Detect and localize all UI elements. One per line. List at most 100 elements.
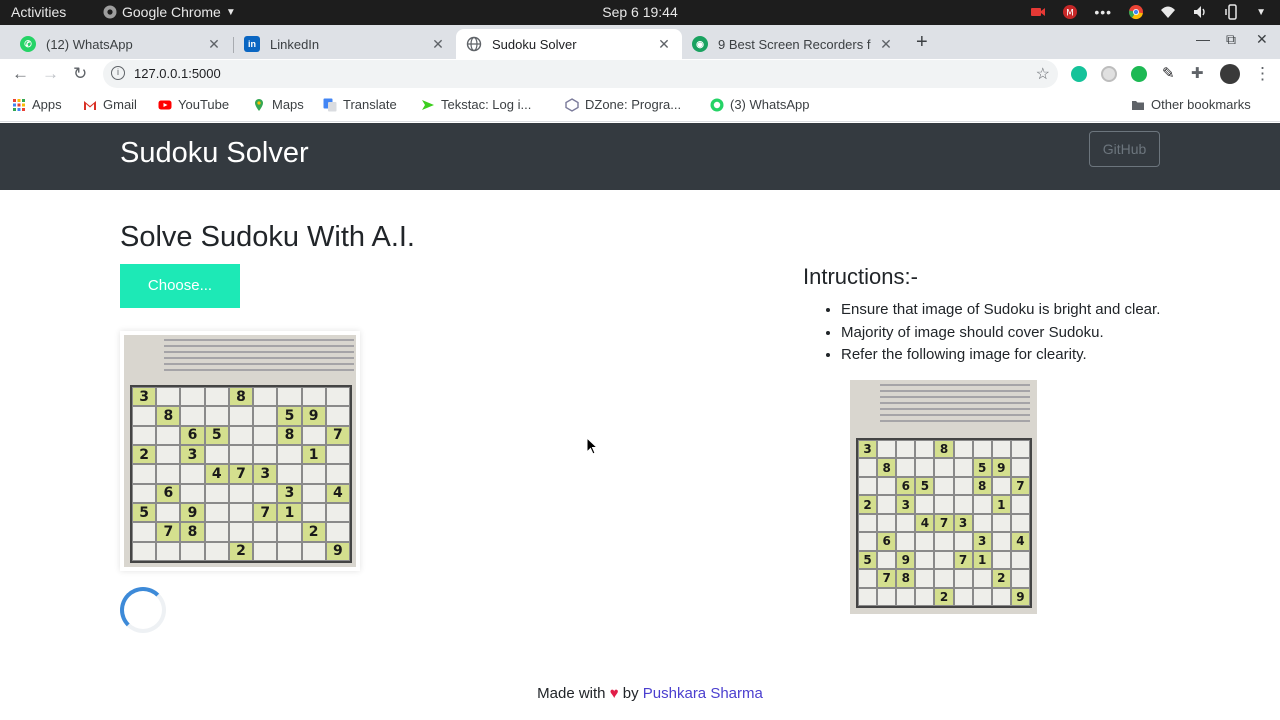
tab-sudoku-solver[interactable]: Sudoku Solver ✕ <box>456 29 682 59</box>
pin-extension-icon[interactable]: ✎ <box>1162 64 1175 82</box>
profile-avatar-icon[interactable] <box>1220 64 1240 84</box>
bookmark-tekstac[interactable]: Tekstac: Log i... <box>421 97 531 112</box>
window-close-icon[interactable]: ✕ <box>1256 31 1268 48</box>
sudoku-cell <box>953 532 973 551</box>
sudoku-cell: 7 <box>1010 476 1030 496</box>
bookmark-star-icon[interactable]: ☆ <box>1036 64 1050 84</box>
bookmark-translate[interactable]: Translate <box>323 97 397 112</box>
sudoku-cell: 8 <box>156 406 181 426</box>
sudoku-cell <box>877 550 897 570</box>
sudoku-cell <box>325 522 350 542</box>
gnome-top-bar: Activities Google Chrome ▼ Sep 6 19:44 M… <box>0 0 1280 25</box>
back-arrow-icon[interactable]: ← <box>12 64 29 84</box>
sudoku-cell <box>934 495 954 514</box>
instruction-item: Refer the following image for clearity. <box>841 344 1160 367</box>
extensions-puzzle-icon[interactable]: ✚ <box>1191 64 1204 82</box>
volume-icon[interactable] <box>1192 4 1208 20</box>
sudoku-cell: 9 <box>180 503 205 523</box>
sudoku-cell <box>953 569 973 588</box>
grammarly-extension-icon[interactable] <box>1071 66 1087 82</box>
bookmark-apps[interactable]: Apps <box>12 97 62 112</box>
camera-recording-icon[interactable] <box>1030 4 1046 20</box>
tab-whatsapp[interactable]: ✆ (12) WhatsApp ✕ <box>10 29 232 59</box>
site-brand[interactable]: Sudoku Solver <box>120 137 309 170</box>
tab-title: LinkedIn <box>270 36 320 52</box>
sudoku-cell: 3 <box>132 387 157 407</box>
leaf-extension-icon[interactable] <box>1131 66 1147 82</box>
sudoku-cell <box>896 440 916 459</box>
chrome-tray-icon[interactable] <box>1128 4 1144 20</box>
sudoku-cell <box>877 495 897 514</box>
tab-screen-recorders[interactable]: ◉ 9 Best Screen Recorders f ✕ <box>682 29 904 59</box>
sudoku-cell: 7 <box>934 513 954 533</box>
restore-icon[interactable]: ⧉ <box>1226 31 1236 48</box>
close-icon[interactable]: ✕ <box>878 36 894 53</box>
bookmark-dzone[interactable]: DZone: Progra... <box>565 97 681 112</box>
photo-newspaper-text <box>880 384 1030 424</box>
mouse-pointer-icon <box>586 437 598 455</box>
more-indicators-icon[interactable]: ••• <box>1094 4 1112 20</box>
whatsapp-icon <box>710 98 724 111</box>
gmail-indicator-icon[interactable]: M <box>1062 4 1078 20</box>
forward-arrow-icon[interactable]: → <box>42 64 59 84</box>
sudoku-cell <box>156 387 181 407</box>
screen-capture-extension-icon[interactable] <box>1101 66 1117 82</box>
tab-linkedin[interactable]: in LinkedIn ✕ <box>234 29 456 59</box>
sudoku-cell <box>277 541 302 561</box>
sudoku-cell <box>953 476 973 496</box>
choose-file-button[interactable]: Choose... <box>120 264 240 308</box>
page-heading: Solve Sudoku With A.I. <box>120 221 415 253</box>
info-icon[interactable]: i <box>111 66 125 80</box>
instruction-item: Majority of image should cover Sudoku. <box>841 322 1160 345</box>
sudoku-cell <box>991 440 1011 459</box>
bookmark-label: Other bookmarks <box>1151 97 1251 112</box>
activities-button[interactable]: Activities <box>11 4 66 20</box>
address-bar[interactable]: i 127.0.0.1:5000 ☆ <box>103 60 1058 88</box>
address-url[interactable]: 127.0.0.1:5000 <box>134 66 221 81</box>
reload-icon[interactable]: ↻ <box>73 64 87 84</box>
sudoku-cell <box>253 541 278 561</box>
close-icon[interactable]: ✕ <box>206 36 222 53</box>
sudoku-cell <box>132 483 157 503</box>
sudoku-cell: 7 <box>228 464 254 484</box>
sudoku-cell <box>253 406 278 426</box>
phone-connect-icon[interactable] <box>1224 4 1240 20</box>
sudoku-cell: 8 <box>934 440 954 459</box>
minimize-icon[interactable]: — <box>1196 31 1210 47</box>
bookmark-gmail[interactable]: Gmail <box>83 97 137 112</box>
wifi-icon[interactable] <box>1160 4 1176 20</box>
app-menu[interactable]: Google Chrome ▼ <box>103 4 236 20</box>
close-icon[interactable]: ✕ <box>656 36 672 53</box>
system-tray[interactable]: M ••• ▼ <box>1030 4 1266 20</box>
photo-newspaper-text <box>164 339 354 373</box>
sudoku-cell: 8 <box>277 425 302 445</box>
sudoku-cell <box>915 495 935 514</box>
sudoku-cell: 3 <box>858 440 878 459</box>
author-link[interactable]: Pushkara Sharma <box>643 685 763 702</box>
sudoku-cell: 1 <box>301 445 326 465</box>
sudoku-cell <box>934 550 954 570</box>
close-icon[interactable]: ✕ <box>430 36 446 53</box>
bookmark-youtube[interactable]: YouTube <box>158 97 229 112</box>
new-tab-plus-icon[interactable]: + <box>916 31 928 54</box>
sudoku-grid: 388596587231473634597178229 <box>130 385 352 563</box>
power-menu-caret-icon[interactable]: ▼ <box>1256 7 1266 18</box>
github-button[interactable]: GitHub <box>1089 131 1160 167</box>
whatsapp-icon: ✆ <box>20 36 36 52</box>
sudoku-cell: 1 <box>972 550 992 570</box>
bookmark-other[interactable]: Other bookmarks <box>1131 97 1251 112</box>
youtube-icon <box>158 100 172 109</box>
sudoku-cell: 1 <box>991 495 1011 514</box>
bookmark-maps[interactable]: Maps <box>252 97 304 112</box>
sudoku-cell <box>915 440 935 459</box>
sudoku-cell <box>253 445 278 465</box>
bookmark-whatsapp[interactable]: (3) WhatsApp <box>710 97 809 112</box>
heart-icon: ♥ <box>609 685 619 702</box>
recorder-icon: ◉ <box>692 36 708 52</box>
sudoku-cell <box>204 406 229 426</box>
sudoku-cell <box>915 587 935 606</box>
sudoku-grid: 388596587231473634597178229 <box>856 438 1032 608</box>
sudoku-cell <box>972 513 992 533</box>
chrome-menu-icon[interactable]: ⋮ <box>1254 64 1271 84</box>
uploaded-image-preview: 388596587231473634597178229 <box>120 331 360 571</box>
